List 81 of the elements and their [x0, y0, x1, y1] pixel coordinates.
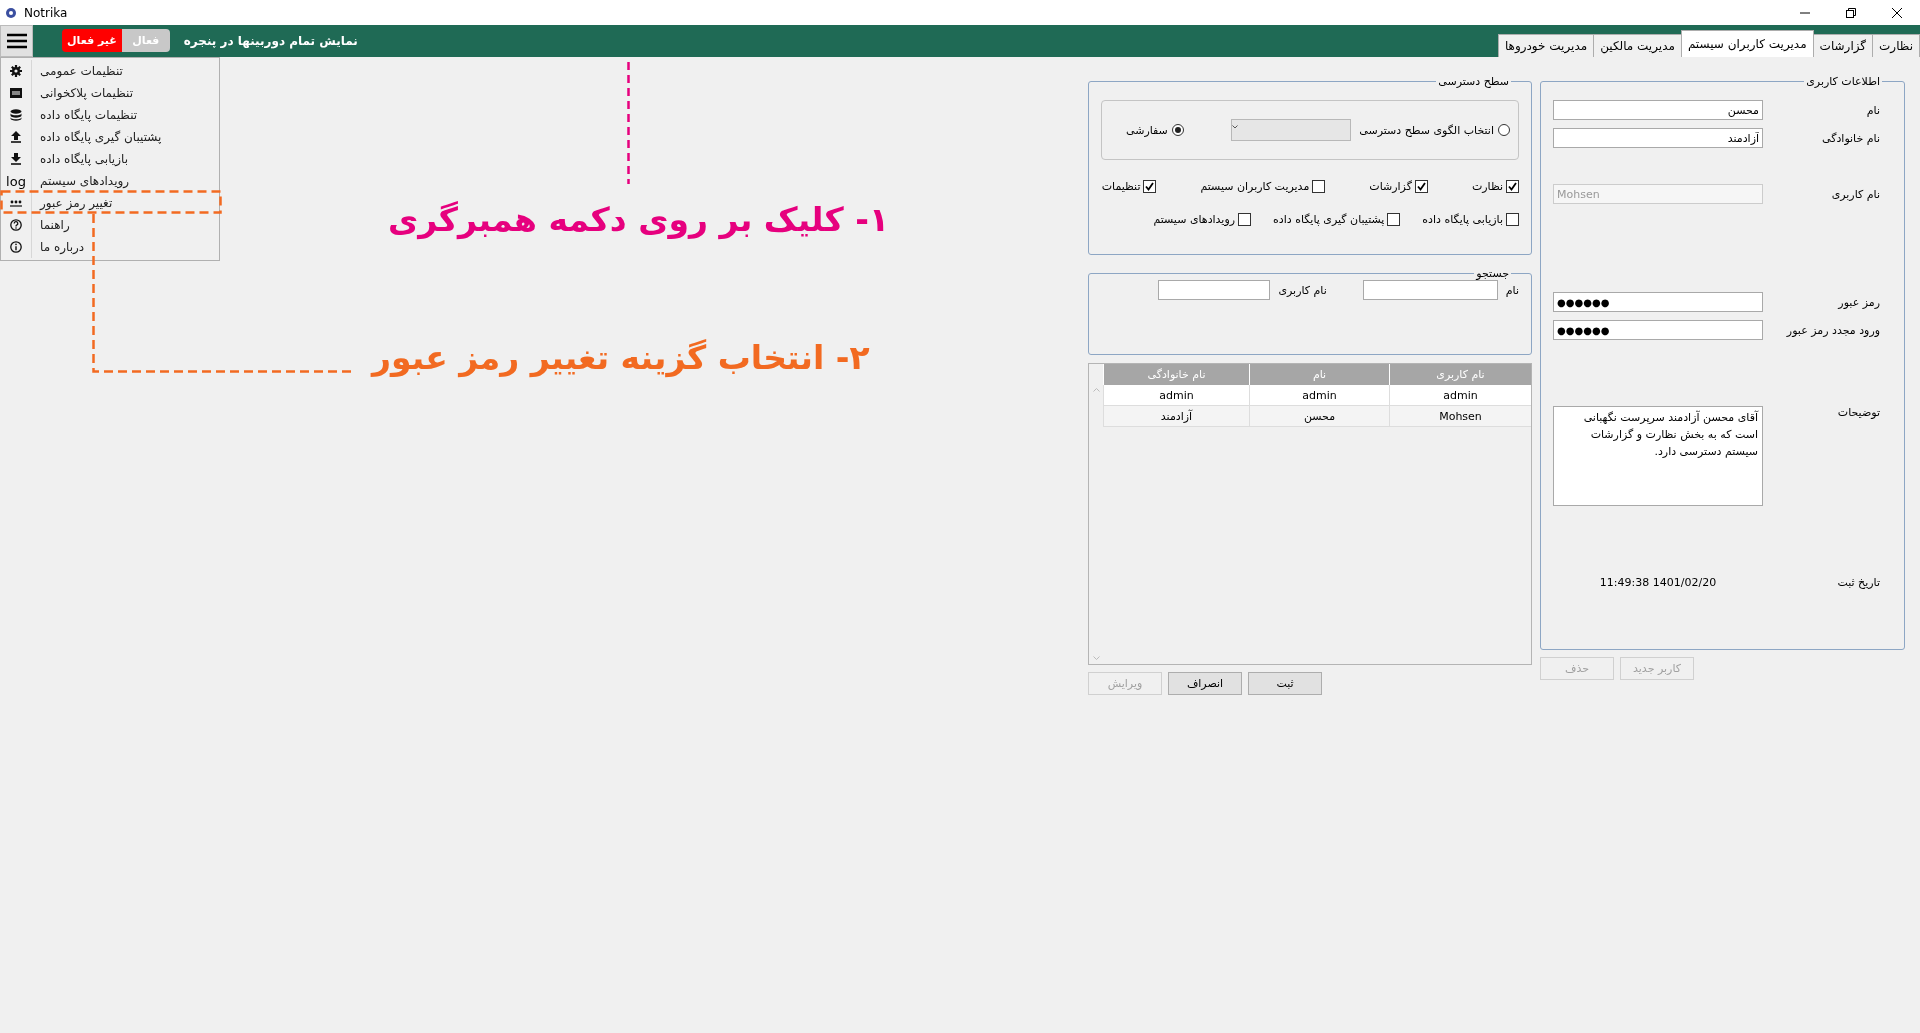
field-label: نام: [1865, 103, 1881, 117]
input-field[interactable]: ●●●●●●: [1553, 320, 1763, 340]
menu-item[interactable]: درباره ما: [32, 240, 85, 254]
table-cell: محسن: [1249, 406, 1389, 427]
field-label: رمز عبور: [1836, 295, 1881, 309]
tab[interactable]: مدیریت کاربران سیستم: [1680, 30, 1814, 57]
field-label: تاریخ ثبت: [1836, 576, 1881, 589]
input-field[interactable]: آزادمند: [1553, 128, 1763, 148]
input-field[interactable]: محسن: [1553, 100, 1763, 120]
checkbox-label: گزارشات: [1369, 180, 1412, 193]
text-area[interactable]: آقای محسن آزادمند سرپرست نگهبانی است که به بخش نظارت و گزارشات سیستم دسترسی دارد.: [1553, 406, 1763, 506]
field-label: توضیحات: [1836, 406, 1881, 419]
toggle-option[interactable]: غیر فعال: [62, 29, 122, 52]
info-icon: [10, 241, 22, 253]
menu-button[interactable]: [0, 25, 33, 57]
checkbox-label: مدیریت کاربران سیستم: [1200, 180, 1310, 193]
action-button[interactable]: انصراف: [1168, 672, 1242, 695]
radio-button[interactable]: [1171, 124, 1184, 136]
table-cell: admin: [1103, 385, 1249, 406]
field-label: ورود مجدد رمز عبور: [1785, 323, 1881, 337]
database-icon: [10, 109, 22, 121]
gear-icon: [10, 65, 22, 77]
restore-icon[interactable]: [1846, 7, 1856, 18]
table-cell: Mohsen: [1389, 406, 1531, 427]
check-icon: [1145, 182, 1155, 191]
menu-item[interactable]: تنظیمات پایگاه داده: [32, 108, 138, 122]
menu-item[interactable]: تنظیمات پلاکخوانی: [32, 86, 133, 100]
caret-icon: [1232, 125, 1239, 129]
check-icon: [1508, 182, 1517, 191]
download-icon: [10, 153, 22, 165]
checkbox-label: بازیابی پایگاه داده: [1422, 213, 1503, 226]
table-cell: admin: [1389, 385, 1531, 406]
checkbox-label: پشتیبان گیری پایگاه داده: [1273, 213, 1385, 226]
checkbox[interactable]: [1506, 213, 1519, 226]
checkbox-label: تنظیمات: [1101, 180, 1141, 193]
check-icon: [1416, 182, 1426, 191]
table-cell: آزادمند: [1103, 406, 1249, 427]
menu-item[interactable]: بازیابی پایگاه داده: [32, 152, 128, 166]
group-title: سطح دسترسی: [1437, 75, 1510, 88]
menu-item[interactable]: راهنما: [32, 218, 70, 232]
menu-item[interactable]: تنظیمات عمومی: [32, 64, 123, 78]
menu-icon: [6, 33, 27, 49]
tab[interactable]: مدیریت خودروها: [1497, 34, 1595, 57]
group-title: اطلاعات کاربری: [1805, 75, 1881, 88]
radio-button[interactable]: [1498, 124, 1510, 136]
radio-label: انتخاب الگوی سطح دسترسی: [1359, 123, 1494, 137]
app-icon: [6, 7, 16, 18]
input-field[interactable]: ●●●●●●: [1553, 292, 1763, 312]
window-title: Notrika: [24, 5, 68, 20]
checkbox[interactable]: [1387, 213, 1401, 226]
annotation-text: ۱- کلیک بر روی دکمه همبرگری: [388, 200, 890, 239]
tab[interactable]: مدیریت مالکین: [1593, 34, 1682, 57]
field-label: نام کاربری: [1830, 187, 1881, 201]
checkbox[interactable]: [1238, 213, 1252, 226]
toggle-label: نمایش تمام دوربینها در پنجره: [183, 34, 358, 48]
tab[interactable]: گزارشات: [1812, 34, 1874, 57]
tab[interactable]: نظارت: [1872, 34, 1920, 57]
checkbox-label: رویدادهای سیستم: [1153, 213, 1236, 226]
radio-label: سفارشی: [1126, 123, 1168, 137]
annotation-text: ۲- انتخاب گزینه تغییر رمز عبور: [372, 338, 870, 377]
close-icon[interactable]: [1892, 7, 1902, 18]
input-field[interactable]: [1362, 280, 1498, 300]
checkbox[interactable]: [1312, 180, 1326, 193]
checkbox[interactable]: [1143, 180, 1157, 193]
field-label: نام: [1505, 283, 1519, 297]
log-icon: log: [6, 173, 26, 189]
menu-item[interactable]: پشتیبان گیری پایگاه داده: [32, 130, 162, 144]
table-cell: admin: [1249, 385, 1389, 406]
plate-icon: [10, 87, 22, 99]
checkbox[interactable]: [1506, 180, 1519, 193]
action-button[interactable]: ثبت: [1248, 672, 1322, 695]
upload-icon: [10, 131, 22, 143]
menu-item[interactable]: رویدادهای سیستم: [32, 174, 130, 188]
group-title: جستجو: [1474, 267, 1510, 280]
checkbox-label: نظارت: [1471, 180, 1503, 193]
date-value: 11:49:38 1401/02/20: [1598, 576, 1718, 589]
field-label: نام خانوادگی: [1821, 131, 1881, 145]
checkbox[interactable]: [1414, 180, 1428, 193]
help-icon: [10, 219, 22, 231]
input-field[interactable]: [1158, 280, 1271, 300]
field-label: نام کاربری: [1278, 283, 1327, 297]
